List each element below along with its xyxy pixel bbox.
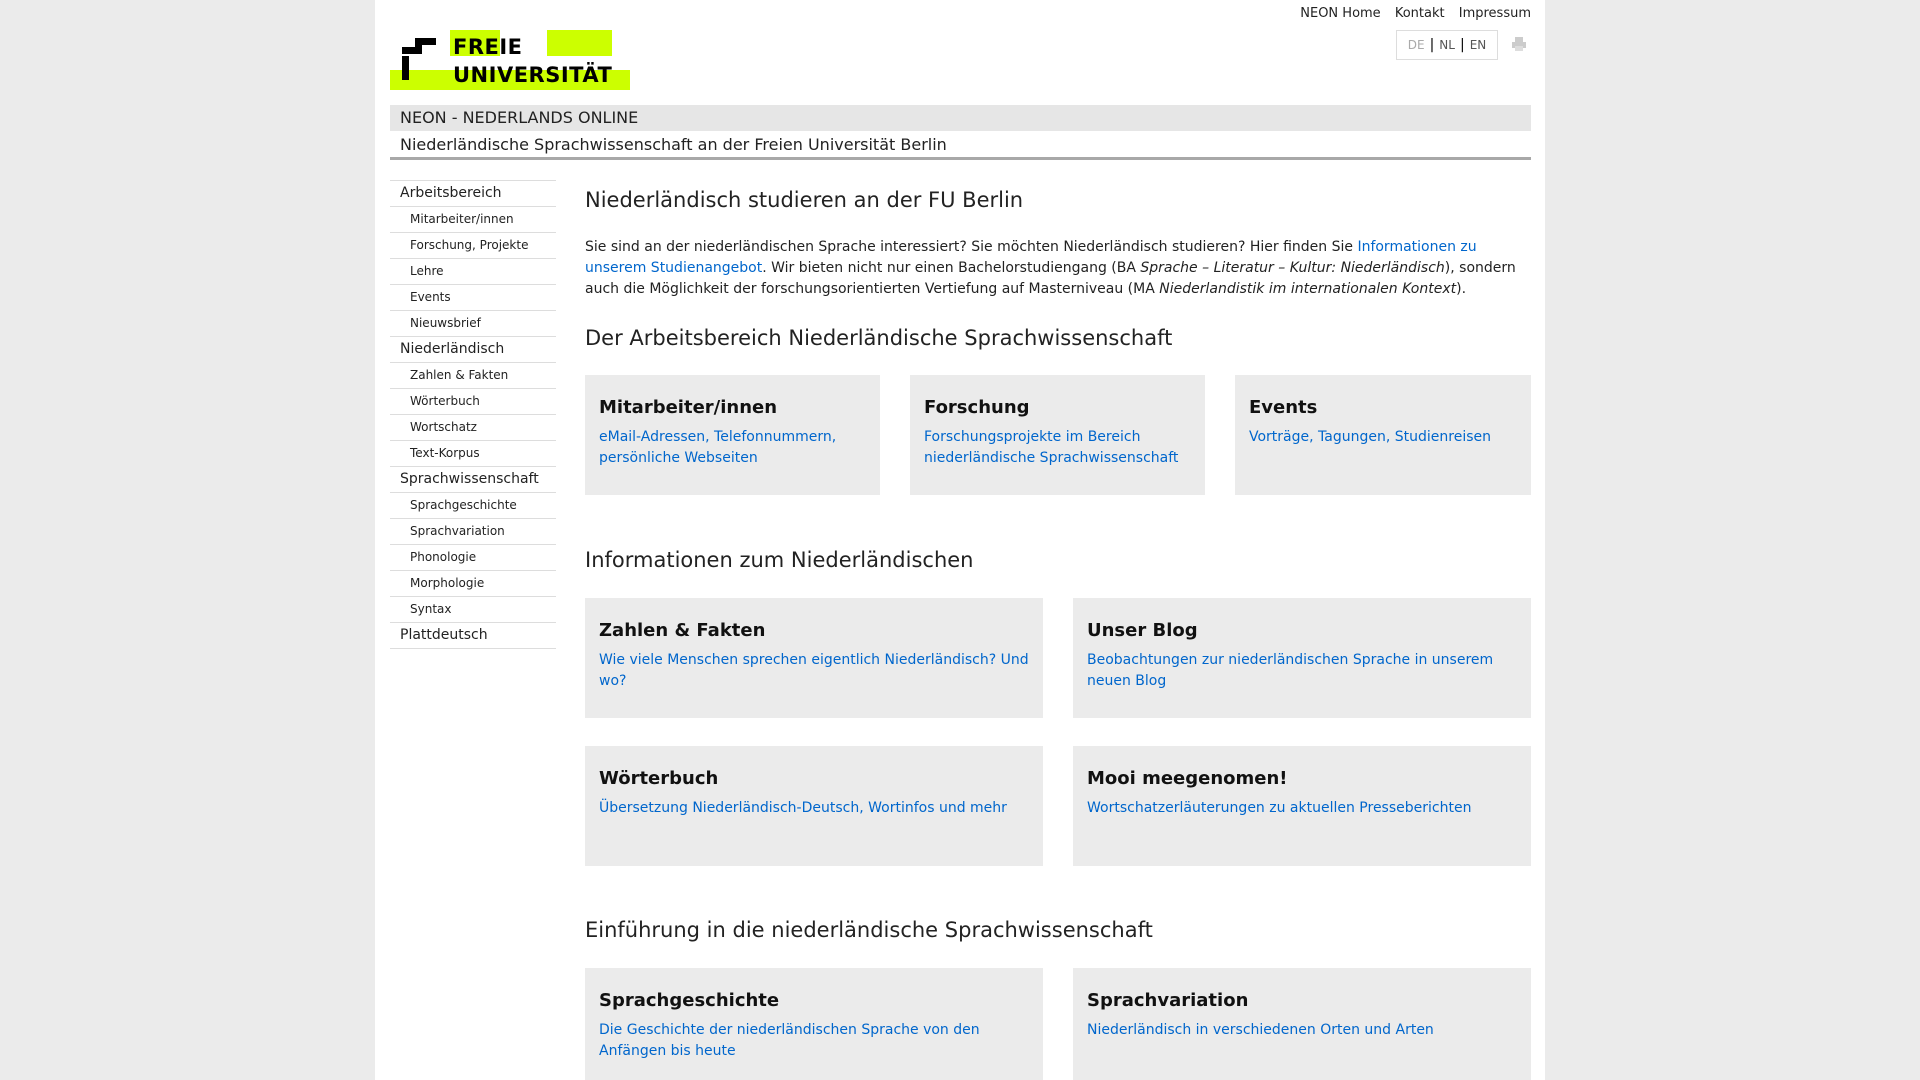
- nav-item-phonologie[interactable]: Phonologie: [390, 544, 556, 570]
- nav-item-lehre[interactable]: Lehre: [390, 258, 556, 284]
- site-subtitle: Niederländische Sprachwissenschaft an de…: [390, 131, 1531, 160]
- card-events[interactable]: Events Vorträge, Tagungen, Studienreisen: [1235, 375, 1531, 495]
- nav-item-mitarbeiter[interactable]: Mitarbeiter/innen: [390, 206, 556, 232]
- sidebar-nav: Arbeitsbereich Mitarbeiter/innen Forschu…: [390, 180, 556, 649]
- top-link-kontakt[interactable]: Kontakt: [1395, 6, 1445, 21]
- nav-item-events[interactable]: Events: [390, 284, 556, 310]
- page-title: Niederländisch studieren an der FU Berli…: [585, 188, 1024, 212]
- nav-item-sprachwissenschaft[interactable]: Sprachwissenschaft: [390, 466, 556, 492]
- nav-item-niederlaendisch[interactable]: Niederländisch: [390, 336, 556, 362]
- card-mooi-meegenomen[interactable]: Mooi meegenomen! Wortschatzerläuterungen…: [1073, 746, 1531, 866]
- nav-item-zahlen-fakten[interactable]: Zahlen & Fakten: [390, 362, 556, 388]
- intro-paragraph: Sie sind an der niederländischen Sprache…: [585, 239, 1516, 297]
- top-link-neon-home[interactable]: NEON Home: [1300, 6, 1380, 21]
- nav-item-sprachgeschichte[interactable]: Sprachgeschichte: [390, 492, 556, 518]
- nav-item-sprachvariation[interactable]: Sprachvariation: [390, 518, 556, 544]
- card-sprachvariation[interactable]: Sprachvariation Niederländisch in versch…: [1073, 968, 1531, 1080]
- card-woerterbuch[interactable]: Wörterbuch Übersetzung Niederländisch-De…: [585, 746, 1043, 866]
- printer-icon[interactable]: [1511, 36, 1527, 52]
- card-zahlen-fakten[interactable]: Zahlen & Fakten Wie viele Menschen sprec…: [585, 598, 1043, 718]
- language-switcher: DE | NL | EN: [1396, 30, 1498, 60]
- logo-word-universitaet: UNIVERSITÄT: [453, 63, 613, 87]
- section-title-informationen: Informationen zum Niederländischen: [585, 548, 974, 572]
- top-link-impressum[interactable]: Impressum: [1459, 6, 1531, 21]
- nav-item-wortschatz[interactable]: Wortschatz: [390, 414, 556, 440]
- nav-item-arbeitsbereich[interactable]: Arbeitsbereich: [390, 180, 556, 206]
- page: FREIE UNIVERSITÄT NEON Home Kontakt Impr…: [375, 0, 1545, 1080]
- nav-item-nieuwsbrief[interactable]: Nieuwsbrief: [390, 310, 556, 336]
- site-title[interactable]: NEON - NEDERLANDS ONLINE: [390, 105, 1531, 131]
- nav-item-syntax[interactable]: Syntax: [390, 596, 556, 622]
- lang-en[interactable]: EN: [1465, 38, 1492, 52]
- section-title-einfuehrung: Einführung in die niederländische Sprach…: [585, 918, 1153, 942]
- nav-item-plattdeutsch[interactable]: Plattdeutsch: [390, 622, 556, 648]
- nav-item-text-korpus[interactable]: Text-Korpus: [390, 440, 556, 466]
- card-mitarbeiter[interactable]: Mitarbeiter/innen eMail-Adressen, Telefo…: [585, 375, 880, 495]
- card-sprachgeschichte[interactable]: Sprachgeschichte Die Geschichte der nied…: [585, 968, 1043, 1080]
- card-unser-blog[interactable]: Unser Blog Beobachtungen zur niederländi…: [1073, 598, 1531, 718]
- logo-symbol-icon: [402, 38, 436, 80]
- fu-berlin-logo[interactable]: FREIE UNIVERSITÄT: [390, 30, 630, 90]
- top-links: NEON Home Kontakt Impressum: [1290, 6, 1531, 21]
- lang-nl[interactable]: NL: [1434, 38, 1460, 52]
- lang-de[interactable]: DE: [1403, 38, 1430, 52]
- nav-item-forschung-projekte[interactable]: Forschung, Projekte: [390, 232, 556, 258]
- logo-word-freie: FREIE: [453, 35, 523, 59]
- site-header: NEON - NEDERLANDS ONLINE Niederländische…: [390, 105, 1531, 160]
- nav-item-woerterbuch[interactable]: Wörterbuch: [390, 388, 556, 414]
- nav-item-morphologie[interactable]: Morphologie: [390, 570, 556, 596]
- section-title-arbeitsbereich: Der Arbeitsbereich Niederländische Sprac…: [585, 326, 1173, 350]
- card-forschung[interactable]: Forschung Forschungsprojekte im Bereich …: [910, 375, 1205, 495]
